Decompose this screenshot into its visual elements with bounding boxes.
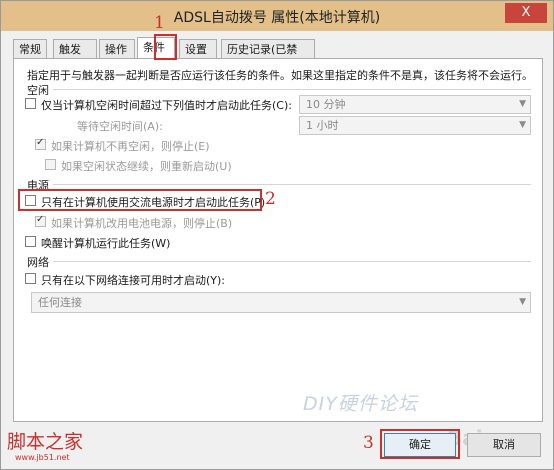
close-button[interactable]: X bbox=[505, 3, 547, 23]
chevron-down-icon: ▼ bbox=[519, 297, 526, 307]
stop-on-battery-label: 如果计算机改用电池电源，则停止(B) bbox=[51, 217, 233, 230]
network-connection-value: 任何连接 bbox=[38, 296, 82, 309]
ac-power-only-checkbox[interactable] bbox=[25, 195, 36, 206]
stop-on-battery-checkbox[interactable] bbox=[35, 214, 46, 227]
wait-for-idle-value: 1 小时 bbox=[306, 119, 339, 132]
forum-watermark: DIY硬件论坛 bbox=[303, 393, 418, 415]
wait-for-idle-label: 等待空闲时间(A): bbox=[77, 120, 163, 133]
wake-to-run-label: 唤醒计算机运行此任务(W) bbox=[41, 237, 171, 250]
tab-general[interactable]: 常规 bbox=[13, 39, 47, 58]
chevron-down-icon: ▼ bbox=[519, 99, 526, 109]
idle-section-label: 空闲 bbox=[27, 84, 49, 97]
stop-if-not-idle-checkbox[interactable] bbox=[35, 137, 46, 150]
start-only-if-network-label: 只有在以下网络连接可用时才启动(Y): bbox=[41, 274, 226, 287]
tab-actions[interactable]: 操作 bbox=[99, 39, 135, 58]
tab-history[interactable]: 历史记录(已禁用) bbox=[221, 39, 315, 75]
cancel-button[interactable]: 取消 bbox=[467, 433, 541, 457]
start-only-if-idle-label: 仅当计算机空闲时间超过下列值时才启动此任务(C): bbox=[41, 99, 292, 112]
site-url-watermark: www.jb51.net bbox=[15, 453, 70, 462]
site-logo-watermark: 脚本之家 bbox=[7, 431, 84, 453]
annotation-3: 3 bbox=[363, 433, 374, 453]
network-section-label: 网络 bbox=[27, 256, 49, 269]
ac-power-only-label: 只有在计算机使用交流电源时才启动此任务(P) bbox=[41, 196, 266, 209]
tab-triggers[interactable]: 触发器 bbox=[53, 39, 97, 75]
idle-divider bbox=[53, 89, 531, 90]
power-divider bbox=[53, 184, 531, 185]
annotation-2: 2 bbox=[265, 189, 276, 209]
title-bar[interactable]: ADSL自动拨号 属性(本地计算机) X bbox=[1, 1, 553, 31]
start-only-if-network-checkbox[interactable] bbox=[25, 273, 36, 284]
network-divider bbox=[53, 261, 531, 262]
annotation-1: 1 bbox=[154, 13, 165, 33]
idle-duration-dropdown[interactable]: 10 分钟 ▼ bbox=[299, 95, 531, 114]
stop-if-not-idle-label: 如果计算机不再空闲，则停止(E) bbox=[51, 140, 210, 153]
network-connection-dropdown[interactable]: 任何连接 ▼ bbox=[31, 292, 531, 313]
window-title: ADSL自动拨号 属性(本地计算机) bbox=[173, 10, 381, 26]
tab-settings[interactable]: 设置 bbox=[179, 39, 217, 58]
restart-if-idle-resumes-checkbox[interactable] bbox=[45, 159, 56, 170]
conditions-description: 指定用于与触发器一起判断是否应运行该任务的条件。如果这里指定的条件不是真，该任务… bbox=[27, 69, 533, 82]
idle-duration-value: 10 分钟 bbox=[306, 98, 346, 111]
wait-for-idle-dropdown[interactable]: 1 小时 ▼ bbox=[299, 116, 531, 135]
start-only-if-idle-checkbox[interactable] bbox=[25, 98, 36, 109]
highlight-box-1 bbox=[154, 34, 177, 60]
wake-to-run-checkbox[interactable] bbox=[25, 236, 36, 247]
ok-button[interactable]: 确定 bbox=[384, 433, 456, 457]
restart-if-idle-resumes-label: 如果空闲状态继续，则重新启动(U) bbox=[61, 160, 232, 173]
properties-dialog: ADSL自动拨号 属性(本地计算机) X 常规 触发器 操作 条件 设置 历史记… bbox=[0, 0, 554, 470]
chevron-down-icon: ▼ bbox=[519, 120, 526, 130]
